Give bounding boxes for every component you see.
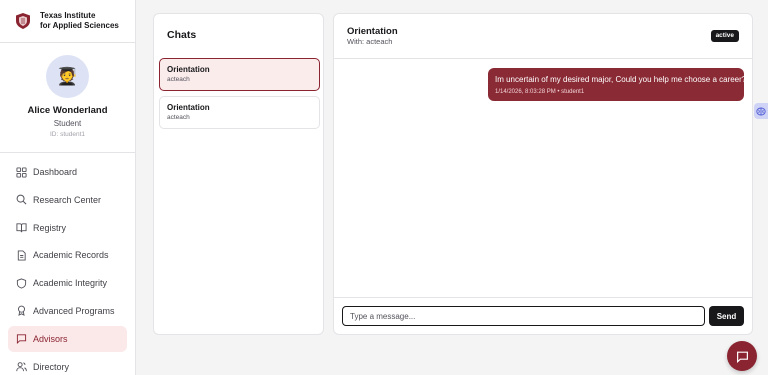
- user-role: Student: [53, 119, 82, 128]
- sidebar-item-research-center[interactable]: Research Center: [8, 187, 127, 213]
- side-panel-tab[interactable]: [754, 103, 768, 119]
- chat-fab-button[interactable]: [727, 341, 757, 371]
- sidebar-item-label: Research Center: [33, 194, 102, 205]
- brain-icon: [756, 107, 766, 115]
- chat-list-item[interactable]: Orientation acteach: [159, 58, 320, 91]
- sidebar-item-advanced-programs[interactable]: Advanced Programs: [8, 298, 127, 324]
- brand[interactable]: Texas Institute for Applied Sciences: [0, 0, 135, 43]
- message-composer: Send: [334, 297, 752, 334]
- message-meta: 1/14/2026, 8:03:28 PM • student1: [495, 89, 585, 95]
- sidebar-item-label: Dashboard: [33, 167, 78, 177]
- sidebar-item-registry[interactable]: Registry: [8, 215, 127, 241]
- sidebar-item-label: Advisors: [33, 333, 68, 344]
- sidebar-item-academic-records[interactable]: Academic Records: [8, 242, 127, 268]
- sidebar: Texas Institute for Applied Sciences 🧑‍🎓…: [0, 0, 136, 375]
- sidebar-item-label: Academic Records: [33, 250, 109, 261]
- user-profile: 🧑‍🎓 Alice Wonderland Student ID: student…: [0, 43, 135, 153]
- message-bubble: Im uncertain of my desired major, Could …: [488, 68, 747, 101]
- avatar[interactable]: 🧑‍🎓: [46, 55, 89, 98]
- conversation-panel: Orientation With: acteach active Im unce…: [333, 13, 753, 335]
- conversation-title: Orientation: [347, 26, 398, 37]
- sidebar-item-label: Academic Integrity: [33, 278, 108, 289]
- grid-icon: [16, 166, 27, 178]
- conversation-header: Orientation With: acteach active: [334, 14, 752, 59]
- sidebar-item-directory[interactable]: Directory: [8, 354, 127, 375]
- send-button[interactable]: Send: [709, 306, 744, 326]
- brand-name-line2: for Applied Sciences: [40, 21, 119, 30]
- chat-item-subtitle: acteach: [167, 114, 190, 121]
- sidebar-item-dashboard[interactable]: Dashboard: [8, 159, 127, 185]
- sidebar-item-advisors[interactable]: Advisors: [8, 325, 127, 352]
- chat-item-title: Orientation: [167, 103, 210, 112]
- message-icon: [736, 351, 748, 363]
- brand-name-line1: Texas Institute: [40, 11, 96, 20]
- institution-shield-icon: [16, 13, 30, 29]
- sidebar-item-academic-integrity[interactable]: Academic Integrity: [8, 270, 127, 296]
- chat-item-subtitle: acteach: [167, 76, 190, 83]
- search-icon: [16, 194, 27, 205]
- award-icon: [18, 306, 25, 317]
- chat-list-item[interactable]: Orientation acteach: [159, 96, 320, 129]
- chat-list-panel: Chats Orientation acteach Orientation ac…: [153, 13, 324, 335]
- conversation-with: With: acteach: [347, 37, 393, 46]
- shield-icon: [16, 278, 27, 289]
- message-text: Im uncertain of my desired major, Could …: [495, 75, 747, 84]
- user-id: ID: student1: [49, 131, 86, 138]
- users-icon: [16, 362, 27, 372]
- chat-item-title: Orientation: [167, 65, 210, 74]
- user-name: Alice Wonderland: [27, 105, 108, 116]
- sidebar-item-label: Advanced Programs: [33, 305, 115, 316]
- sidebar-nav: Dashboard Research Center Registry Acade…: [0, 153, 135, 375]
- message-input[interactable]: [342, 306, 705, 326]
- document-icon: [17, 250, 26, 261]
- sidebar-item-label: Registry: [33, 222, 67, 233]
- sidebar-item-label: Directory: [33, 361, 70, 372]
- message-icon: [16, 334, 27, 345]
- chat-list-title: Chats: [167, 29, 197, 41]
- book-icon: [16, 223, 27, 233]
- status-badge: active: [710, 30, 739, 42]
